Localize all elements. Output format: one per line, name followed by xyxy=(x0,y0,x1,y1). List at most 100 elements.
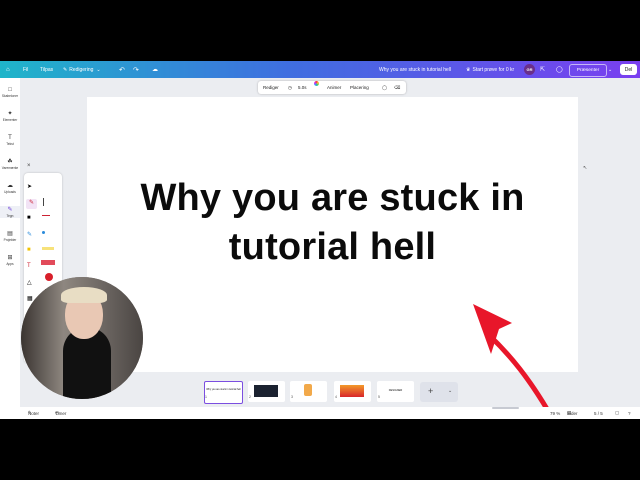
editing-label: Redigering xyxy=(69,66,94,73)
upload-icon: ☁ xyxy=(7,183,13,189)
cursor-icon: ↖ xyxy=(583,165,588,171)
bottom-bar: ✎ Noter ◷ Timer 79 % ▤ Sider 5 / 5 ▢ ? xyxy=(0,407,640,419)
thumbnail-caption: Why you are stuck in tutorial hell xyxy=(206,388,241,391)
edit-button[interactable]: Rediger xyxy=(263,81,279,94)
start-trial-button[interactable]: ♛ Start prøve for 0 kr xyxy=(466,61,514,78)
folder-icon: ▤ xyxy=(7,231,13,237)
pages-label: Sider xyxy=(567,410,578,416)
plus-icon: + xyxy=(428,386,434,396)
highlighter-tool-icon[interactable]: ■ xyxy=(27,247,31,253)
thumbnail-page-3[interactable] xyxy=(290,381,327,402)
fullscreen-icon[interactable]: ▢ xyxy=(615,407,619,419)
top-header: ⌂ Fil Tilpas ✎ Redigering ⌄ ↶ ↷ ☁ Why yo… xyxy=(0,61,640,78)
chevron-down-icon: ⌄ xyxy=(448,388,453,394)
share-button[interactable]: Del xyxy=(620,64,637,75)
cloud-save-icon[interactable]: ☁ xyxy=(152,61,158,78)
text-tool-icon[interactable]: T xyxy=(27,263,31,269)
trash-icon[interactable]: ⌫ xyxy=(394,81,400,94)
headline-line-1: Why you are stuck in xyxy=(140,177,525,219)
color-wheel-icon[interactable] xyxy=(314,81,320,94)
red-stroke-option[interactable] xyxy=(42,215,50,217)
marker-tool-icon[interactable]: ■ xyxy=(27,215,31,221)
pen-tool-icon[interactable]: ✎ xyxy=(26,199,37,209)
analytics-icon[interactable]: ⇱ xyxy=(540,61,545,78)
thumbnail-caption: DESIGNER xyxy=(388,389,403,392)
avatar[interactable]: GR xyxy=(524,64,535,75)
editing-menu[interactable]: ✎ Redigering ⌄ xyxy=(63,61,101,78)
position-button[interactable]: Placering xyxy=(350,81,369,94)
present-options-icon[interactable]: ⌄ xyxy=(608,61,612,78)
chevron-down-icon: ⌄ xyxy=(96,66,101,73)
thumbnail-number: 2 xyxy=(249,395,251,399)
timer-icon[interactable]: ◷ xyxy=(288,81,292,94)
sidebar-item-label: Elementer xyxy=(2,118,18,122)
sidebar-item-projects[interactable]: ▤ Projekter xyxy=(0,230,20,242)
page-count: 5 / 5 xyxy=(594,410,603,416)
thumbnail-page-1[interactable]: Why you are stuck in tutorial hell xyxy=(204,381,243,404)
sidebar-item-apps[interactable]: ⊞ Apps xyxy=(0,254,20,266)
sidebar-item-uploads[interactable]: ☁ Uploads xyxy=(0,182,20,194)
document-title[interactable]: Why you are stuck in tutorial hell xyxy=(379,61,451,78)
sidebar-item-text[interactable]: T Tekst xyxy=(0,134,20,146)
sidebar-item-elements[interactable]: ✦ Elementer xyxy=(0,110,20,122)
person-hair xyxy=(61,287,107,303)
text-icon: T xyxy=(8,135,12,141)
file-menu[interactable]: Fil xyxy=(23,61,28,78)
animate-button[interactable]: Animer xyxy=(327,81,341,94)
trial-label: Start prøve for 0 kr xyxy=(472,66,515,73)
red-swatch[interactable] xyxy=(41,260,55,265)
sidebar-item-label: Uploads xyxy=(4,190,16,194)
headline-line-2: tutorial hell xyxy=(228,226,437,268)
brand-icon: ☘ xyxy=(7,159,13,165)
slide-headline[interactable]: Why you are stuck in tutorial hell xyxy=(87,174,578,272)
add-page-button[interactable]: + ⌄ xyxy=(420,382,458,402)
present-button[interactable]: Præsenter xyxy=(569,64,607,77)
thumbnail-page-2[interactable] xyxy=(248,381,285,402)
thumbnail-number: 1 xyxy=(205,395,207,399)
pencil-icon: ✎ xyxy=(63,66,68,73)
templates-icon: □ xyxy=(8,87,12,93)
duration-value[interactable]: 5.0s xyxy=(298,81,307,94)
undo-button[interactable]: ↶ xyxy=(119,61,125,78)
home-button[interactable]: ⌂ xyxy=(6,61,10,78)
red-arrow-drawing[interactable] xyxy=(467,267,557,417)
home-icon: ⌂ xyxy=(6,66,10,73)
sidebar-item-label: Projekter xyxy=(3,238,17,242)
pencil-tool-icon[interactable]: ✎ xyxy=(27,231,32,238)
thumbnail-number: 5 xyxy=(378,395,380,399)
notes-label: Noter xyxy=(28,410,40,416)
comment-icon[interactable]: ◯ xyxy=(556,61,563,78)
select-tool-icon[interactable]: ➤ xyxy=(27,183,32,190)
sidebar-item-templates[interactable]: □ Skabeloner xyxy=(0,86,20,98)
page-thumbnails: Why you are stuck in tutorial hell 1 2 3… xyxy=(200,381,460,405)
timer-label: Timer xyxy=(55,410,67,416)
help-icon[interactable]: ? xyxy=(628,407,631,419)
elements-icon: ✦ xyxy=(7,111,13,117)
sidebar-item-label: Apps xyxy=(6,262,14,266)
zoom-slider[interactable] xyxy=(492,407,519,419)
slide-canvas[interactable]: Why you are stuck in tutorial hell xyxy=(87,97,578,412)
comment-add-icon[interactable]: ◯ xyxy=(382,81,387,94)
thumbnail-page-4[interactable] xyxy=(334,381,371,402)
resize-menu[interactable]: Tilpas xyxy=(40,61,53,78)
zoom-value[interactable]: 79 % xyxy=(550,407,560,419)
thumbnail-number: 4 xyxy=(335,395,337,399)
sidebar-item-draw[interactable]: ✎ Tegn xyxy=(0,206,20,218)
crown-icon: ♛ xyxy=(466,66,471,73)
apps-icon: ⊞ xyxy=(7,255,13,261)
sidebar-item-label: Skabeloner xyxy=(1,94,19,98)
sidebar-item-brand[interactable]: ☘ Varemærke xyxy=(0,158,20,170)
thin-stroke-option[interactable] xyxy=(43,198,44,206)
redo-button[interactable]: ↷ xyxy=(133,61,139,78)
thumbnail-page-5[interactable]: DESIGNER xyxy=(377,381,414,402)
left-sidebar: □ Skabeloner ✦ Elementer T Tekst ☘ Varem… xyxy=(0,78,20,419)
sidebar-item-label: Tekst xyxy=(6,142,14,146)
yellow-highlight-option[interactable] xyxy=(42,247,54,250)
thumbnail-number: 3 xyxy=(291,395,293,399)
sidebar-item-label: Tegn xyxy=(6,214,14,218)
context-toolbar: Rediger ◷ 5.0s Animer Placering ◯ ⌫ xyxy=(258,81,406,94)
webcam-overlay xyxy=(21,277,143,399)
blue-dot-option[interactable] xyxy=(42,231,45,234)
close-draw-panel-icon[interactable]: × xyxy=(27,163,31,169)
sidebar-item-label: Varemærke xyxy=(1,166,19,170)
